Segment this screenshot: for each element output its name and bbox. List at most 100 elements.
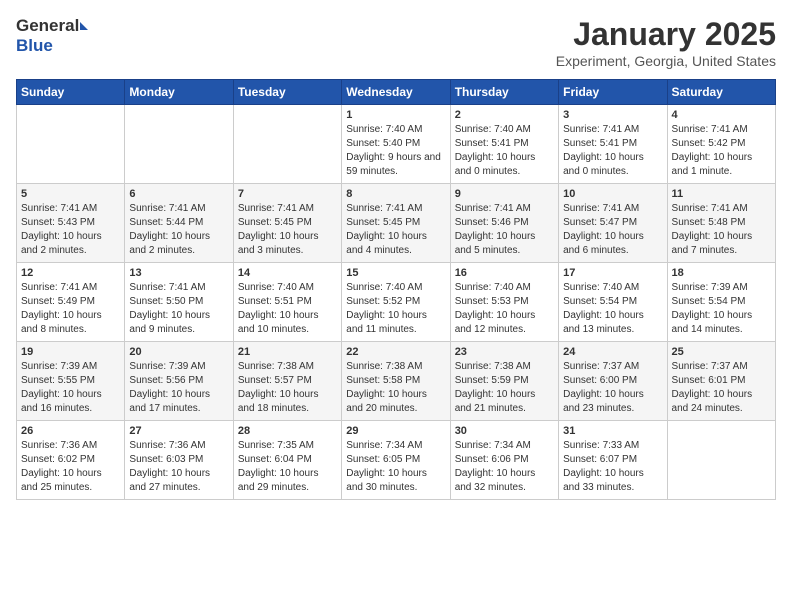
logo-general-text: General — [16, 16, 79, 36]
day-number: 31 — [563, 425, 662, 437]
calendar-cell: 25Sunrise: 7:37 AM Sunset: 6:01 PM Dayli… — [667, 342, 775, 421]
day-number: 25 — [672, 346, 771, 358]
day-number: 10 — [563, 188, 662, 200]
calendar-cell: 11Sunrise: 7:41 AM Sunset: 5:48 PM Dayli… — [667, 184, 775, 263]
calendar-cell: 4 Sunrise: 7:41 AM Sunset: 5:42 PM Daylig… — [667, 105, 775, 184]
calendar-cell: 3Sunrise: 7:41 AM Sunset: 5:41 PM Daylig… — [559, 105, 667, 184]
day-number: 15 — [346, 267, 445, 279]
calendar-cell: 23 Sunrise: 7:38 AM Sunset: 5:59 PM Dayli… — [450, 342, 558, 421]
day-number: 3 — [563, 109, 662, 121]
day-number: 19 — [21, 346, 120, 358]
column-header-thursday: Thursday — [450, 80, 558, 105]
column-header-friday: Friday — [559, 80, 667, 105]
calendar-cell: 17Sunrise: 7:40 AM Sunset: 5:54 PM Dayli… — [559, 263, 667, 342]
calendar-cell: 20 Sunrise: 7:39 AM Sunset: 5:56 PM Dayli… — [125, 342, 233, 421]
day-number: 6 — [129, 188, 228, 200]
day-info: Sunrise: 7:41 AM Sunset: 5:50 PM Dayligh… — [129, 281, 228, 337]
day-info: Sunrise: 7:40 AM Sunset: 5:51 PM Dayligh… — [238, 281, 337, 337]
calendar-cell: 26 Sunrise: 7:36 AM Sunset: 6:02 PM Dayli… — [17, 421, 125, 500]
day-number: 14 — [238, 267, 337, 279]
day-number: 23 — [455, 346, 554, 358]
day-info: Sunrise: 7:36 AM Sunset: 6:02 PM Dayligh… — [21, 439, 120, 495]
day-info: Sunrise: 7:41 AM Sunset: 5:47 PM Dayligh… — [563, 202, 662, 258]
day-info: Sunrise: 7:39 AM Sunset: 5:55 PM Dayligh… — [21, 360, 120, 416]
day-info: Sunrise: 7:35 AM Sunset: 6:04 PM Dayligh… — [238, 439, 337, 495]
day-number: 2 — [455, 109, 554, 121]
logo-triangle-icon — [80, 22, 88, 30]
calendar-week-row: 12 Sunrise: 7:41 AM Sunset: 5:49 PM Dayli… — [17, 263, 776, 342]
calendar-cell: 8 Sunrise: 7:41 AM Sunset: 5:45 PM Daylig… — [342, 184, 450, 263]
day-info: Sunrise: 7:41 AM Sunset: 5:49 PM Dayligh… — [21, 281, 120, 337]
calendar-cell: 12 Sunrise: 7:41 AM Sunset: 5:49 PM Dayli… — [17, 263, 125, 342]
calendar-cell: 22Sunrise: 7:38 AM Sunset: 5:58 PM Dayli… — [342, 342, 450, 421]
calendar-cell: 24 Sunrise: 7:37 AM Sunset: 6:00 PM Dayli… — [559, 342, 667, 421]
calendar-cell: 10 Sunrise: 7:41 AM Sunset: 5:47 PM Dayli… — [559, 184, 667, 263]
column-header-sunday: Sunday — [17, 80, 125, 105]
calendar-week-row: 26 Sunrise: 7:36 AM Sunset: 6:02 PM Dayli… — [17, 421, 776, 500]
day-info: Sunrise: 7:40 AM Sunset: 5:53 PM Dayligh… — [455, 281, 554, 337]
day-number: 24 — [563, 346, 662, 358]
calendar-cell — [125, 105, 233, 184]
day-number: 9 — [455, 188, 554, 200]
calendar-cell: 30 Sunrise: 7:34 AM Sunset: 6:06 PM Dayli… — [450, 421, 558, 500]
day-info: Sunrise: 7:41 AM Sunset: 5:44 PM Dayligh… — [129, 202, 228, 258]
location-title: Experiment, Georgia, United States — [556, 53, 776, 69]
day-info: Sunrise: 7:36 AM Sunset: 6:03 PM Dayligh… — [129, 439, 228, 495]
day-info: Sunrise: 7:39 AM Sunset: 5:54 PM Dayligh… — [672, 281, 771, 337]
day-info: Sunrise: 7:41 AM Sunset: 5:45 PM Dayligh… — [346, 202, 445, 258]
calendar-cell: 9Sunrise: 7:41 AM Sunset: 5:46 PM Daylig… — [450, 184, 558, 263]
day-info: Sunrise: 7:38 AM Sunset: 5:59 PM Dayligh… — [455, 360, 554, 416]
day-number: 30 — [455, 425, 554, 437]
calendar-cell: 7 Sunrise: 7:41 AM Sunset: 5:45 PM Daylig… — [233, 184, 341, 263]
calendar-cell: 6 Sunrise: 7:41 AM Sunset: 5:44 PM Daylig… — [125, 184, 233, 263]
day-number: 26 — [21, 425, 120, 437]
calendar-cell: 1Sunrise: 7:40 AM Sunset: 5:40 PM Daylig… — [342, 105, 450, 184]
calendar-cell: 13 Sunrise: 7:41 AM Sunset: 5:50 PM Dayli… — [125, 263, 233, 342]
day-info: Sunrise: 7:34 AM Sunset: 6:05 PM Dayligh… — [346, 439, 445, 495]
calendar-cell: 19 Sunrise: 7:39 AM Sunset: 5:55 PM Dayli… — [17, 342, 125, 421]
calendar-cell: 18 Sunrise: 7:39 AM Sunset: 5:54 PM Dayli… — [667, 263, 775, 342]
month-title: January 2025 — [556, 16, 776, 53]
calendar-week-row: 5Sunrise: 7:41 AM Sunset: 5:43 PM Daylig… — [17, 184, 776, 263]
day-number: 4 — [672, 109, 771, 121]
calendar-cell: 14 Sunrise: 7:40 AM Sunset: 5:51 PM Dayli… — [233, 263, 341, 342]
day-number: 18 — [672, 267, 771, 279]
day-info: Sunrise: 7:41 AM Sunset: 5:45 PM Dayligh… — [238, 202, 337, 258]
column-header-tuesday: Tuesday — [233, 80, 341, 105]
title-area: January 2025 Experiment, Georgia, United… — [556, 16, 776, 69]
day-number: 21 — [238, 346, 337, 358]
column-header-monday: Monday — [125, 80, 233, 105]
day-info: Sunrise: 7:38 AM Sunset: 5:58 PM Dayligh… — [346, 360, 445, 416]
day-number: 5 — [21, 188, 120, 200]
calendar-cell: 31 Sunrise: 7:33 AM Sunset: 6:07 PM Dayli… — [559, 421, 667, 500]
day-info: Sunrise: 7:38 AM Sunset: 5:57 PM Dayligh… — [238, 360, 337, 416]
day-number: 20 — [129, 346, 228, 358]
calendar-cell: 27 Sunrise: 7:36 AM Sunset: 6:03 PM Dayli… — [125, 421, 233, 500]
day-info: Sunrise: 7:40 AM Sunset: 5:52 PM Dayligh… — [346, 281, 445, 337]
calendar-cell — [233, 105, 341, 184]
day-number: 12 — [21, 267, 120, 279]
calendar-cell: 15 Sunrise: 7:40 AM Sunset: 5:52 PM Dayli… — [342, 263, 450, 342]
day-info: Sunrise: 7:37 AM Sunset: 6:00 PM Dayligh… — [563, 360, 662, 416]
calendar-header-row: SundayMondayTuesdayWednesdayThursdayFrid… — [17, 80, 776, 105]
day-number: 27 — [129, 425, 228, 437]
calendar-cell — [17, 105, 125, 184]
day-info: Sunrise: 7:39 AM Sunset: 5:56 PM Dayligh… — [129, 360, 228, 416]
day-info: Sunrise: 7:41 AM Sunset: 5:42 PM Dayligh… — [672, 123, 771, 179]
day-number: 7 — [238, 188, 337, 200]
day-info: Sunrise: 7:40 AM Sunset: 5:41 PM Dayligh… — [455, 123, 554, 179]
day-number: 11 — [672, 188, 771, 200]
calendar-week-row: 19 Sunrise: 7:39 AM Sunset: 5:55 PM Dayli… — [17, 342, 776, 421]
calendar-cell: 21 Sunrise: 7:38 AM Sunset: 5:57 PM Dayli… — [233, 342, 341, 421]
day-info: Sunrise: 7:40 AM Sunset: 5:40 PM Dayligh… — [346, 123, 445, 179]
calendar-cell: 16Sunrise: 7:40 AM Sunset: 5:53 PM Dayli… — [450, 263, 558, 342]
calendar-table: SundayMondayTuesdayWednesdayThursdayFrid… — [16, 79, 776, 500]
day-number: 13 — [129, 267, 228, 279]
calendar-cell: 5Sunrise: 7:41 AM Sunset: 5:43 PM Daylig… — [17, 184, 125, 263]
calendar-cell — [667, 421, 775, 500]
day-info: Sunrise: 7:34 AM Sunset: 6:06 PM Dayligh… — [455, 439, 554, 495]
day-info: Sunrise: 7:33 AM Sunset: 6:07 PM Dayligh… — [563, 439, 662, 495]
calendar-cell: 28Sunrise: 7:35 AM Sunset: 6:04 PM Dayli… — [233, 421, 341, 500]
day-number: 8 — [346, 188, 445, 200]
page-header: General Blue January 2025 Experiment, Ge… — [16, 16, 776, 69]
